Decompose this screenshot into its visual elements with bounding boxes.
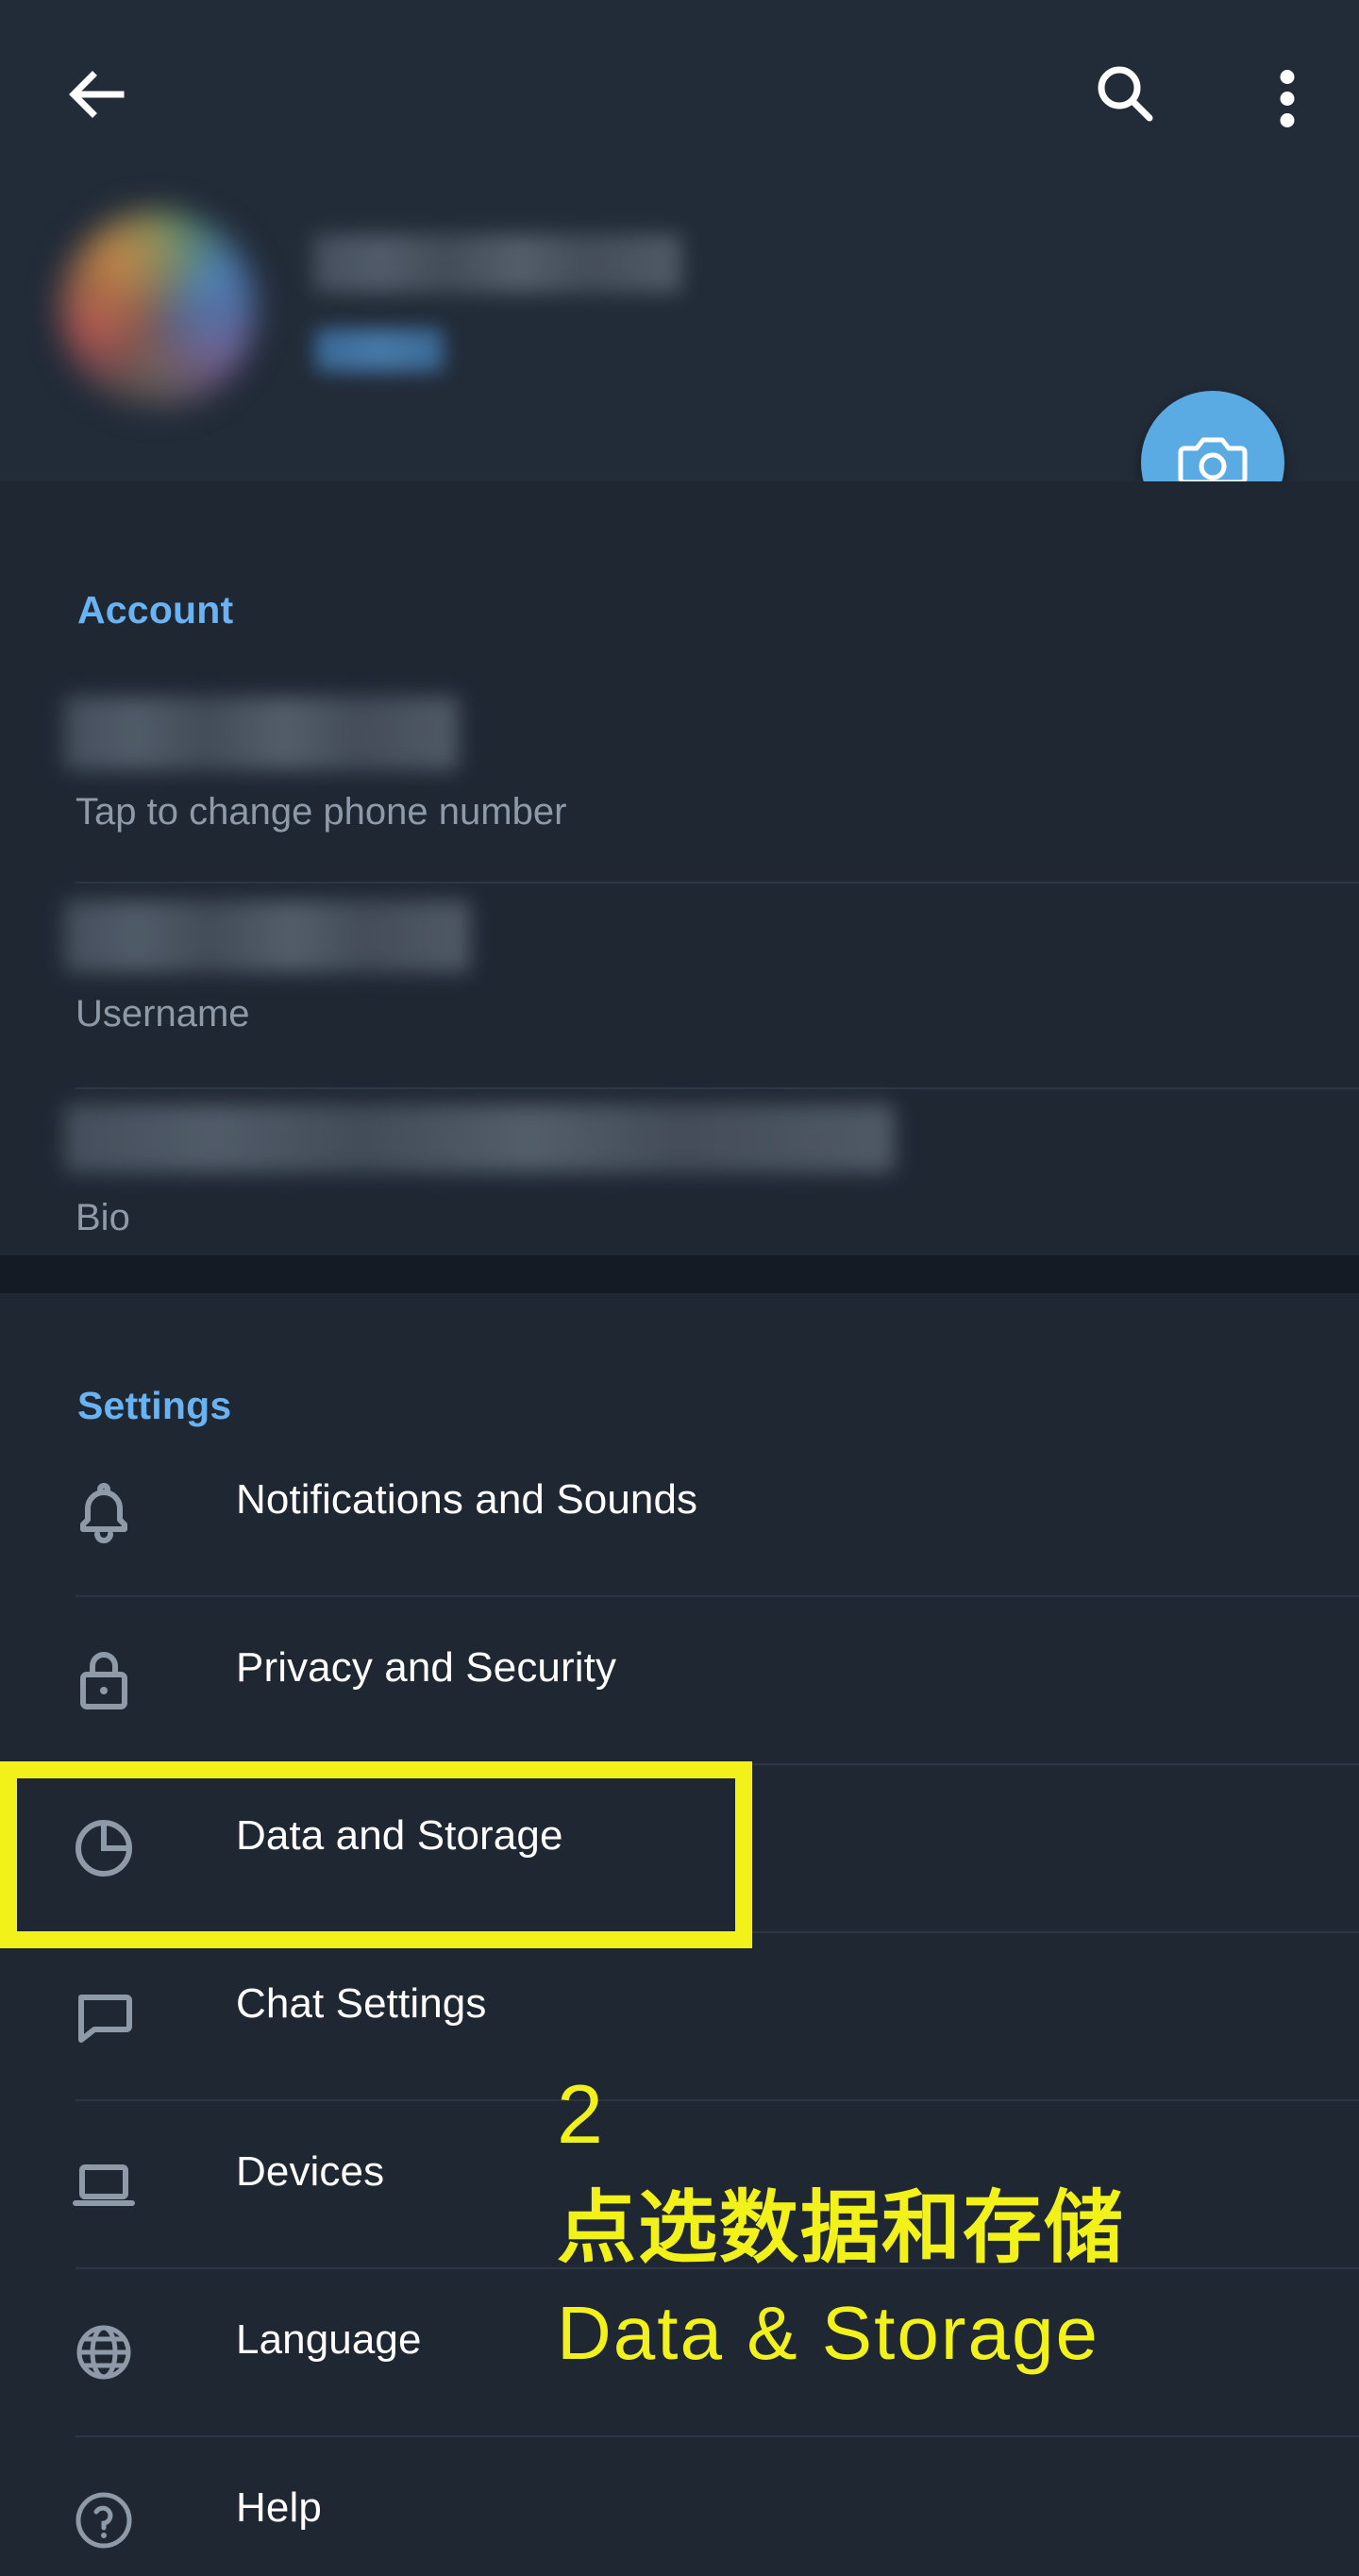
- sidebar-item-help-label: Help: [236, 2484, 322, 2531]
- sidebar-item-devices-label: Devices: [236, 2148, 385, 2195]
- bell-icon: [66, 1474, 142, 1550]
- laptop-icon: [66, 2147, 142, 2222]
- annotation-step-number: 2: [557, 2067, 603, 2161]
- sidebar-item-privacy[interactable]: Privacy and Security: [0, 1597, 1359, 1763]
- more-options-icon[interactable]: [1248, 55, 1327, 134]
- sidebar-item-privacy-label: Privacy and Security: [236, 1644, 617, 1691]
- sidebar-item-notifications[interactable]: Notifications and Sounds: [0, 1429, 1359, 1595]
- globe-icon: [66, 2315, 142, 2390]
- profile-name-redacted: [313, 234, 681, 293]
- profile-status-redacted: [315, 328, 444, 372]
- search-icon[interactable]: [1085, 55, 1165, 134]
- settings-section-title: Settings: [77, 1384, 232, 1427]
- account-section-title: Account: [77, 588, 234, 631]
- lock-icon: [66, 1642, 142, 1718]
- sidebar-item-chat-settings[interactable]: Chat Settings: [0, 1933, 1359, 2099]
- bio-redacted: [64, 1104, 895, 1172]
- avatar[interactable]: [59, 210, 257, 408]
- annotation-text-chinese: 点选数据和存储: [557, 2181, 1126, 2274]
- account-section: Account Tap to change phone number Usern…: [0, 481, 1359, 1255]
- account-row-bio[interactable]: Bio: [0, 1093, 1359, 1255]
- back-button[interactable]: [57, 55, 136, 134]
- annotation-text-english: Data & Storage: [557, 2291, 1099, 2375]
- sidebar-item-help[interactable]: Help: [0, 2437, 1359, 2576]
- app-bar: [0, 0, 1359, 189]
- pie-chart-icon: [66, 1810, 142, 1886]
- account-row-username-label: Username: [76, 993, 250, 1035]
- row-divider: [76, 882, 1359, 884]
- username-redacted: [64, 901, 470, 972]
- account-row-bio-label: Bio: [76, 1197, 130, 1238]
- section-divider: [0, 1255, 1359, 1293]
- account-row-username[interactable]: Username: [0, 887, 1359, 1091]
- account-row-phone[interactable]: Tap to change phone number: [0, 685, 1359, 887]
- sidebar-item-language-label: Language: [236, 2316, 422, 2363]
- sidebar-item-chat-settings-label: Chat Settings: [236, 1980, 487, 2027]
- sidebar-item-data-and-storage-label: Data and Storage: [236, 1812, 563, 1859]
- sidebar-item-notifications-label: Notifications and Sounds: [236, 1476, 698, 1523]
- question-circle-icon: [66, 2483, 142, 2558]
- chat-bubble-icon: [66, 1978, 142, 2054]
- account-row-phone-label: Tap to change phone number: [76, 791, 567, 833]
- row-divider: [76, 1087, 1359, 1089]
- app-screen: Account Tap to change phone number Usern…: [0, 0, 1359, 2576]
- phone-number-redacted: [64, 697, 459, 770]
- sidebar-item-data-and-storage[interactable]: Data and Storage: [0, 1765, 1359, 1931]
- settings-section: Settings Notifications and Sounds Privac…: [0, 1293, 1359, 2576]
